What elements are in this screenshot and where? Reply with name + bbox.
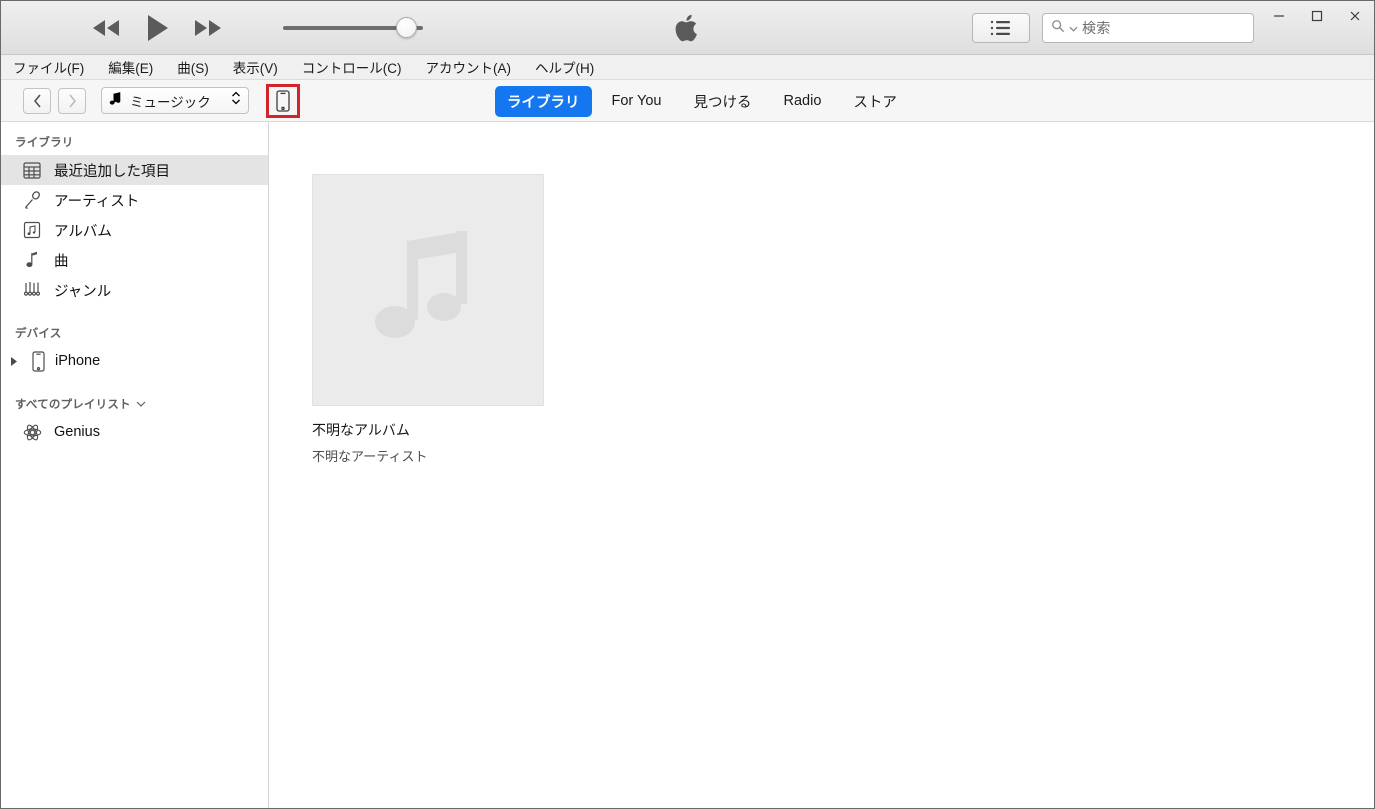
album-tile[interactable]: 不明なアルバム 不明なアーティスト	[312, 174, 544, 465]
volume-slider[interactable]	[283, 16, 423, 39]
media-type-picker[interactable]: ミュージック	[101, 87, 249, 114]
sidebar-item-genres[interactable]: ジャンル	[1, 275, 268, 305]
search-chevron-down-icon[interactable]	[1069, 19, 1078, 37]
grid-icon	[21, 159, 43, 181]
updown-chevron-icon[interactable]	[231, 90, 241, 111]
music-note-placeholder-icon	[374, 227, 482, 354]
tab-browse[interactable]: 見つける	[682, 86, 764, 117]
back-button[interactable]	[23, 87, 51, 114]
sidebar-header-library: ライブラリ	[15, 137, 74, 149]
search-input[interactable]: 検索	[1042, 13, 1254, 43]
music-note-icon	[21, 249, 43, 271]
sidebar-item-songs[interactable]: 曲	[1, 245, 268, 275]
forward-button[interactable]	[58, 87, 86, 114]
tab-radio[interactable]: Radio	[772, 88, 834, 114]
sidebar-item-label: アルバム	[54, 223, 112, 240]
tab-for-you[interactable]: For You	[600, 88, 674, 114]
navigation-bar: ミュージック ライブラリ For You 見つける Radio ストア	[1, 80, 1374, 122]
sidebar-item-genius[interactable]: Genius	[1, 417, 268, 447]
menu-edit[interactable]: 編集(E)	[108, 55, 163, 79]
close-button[interactable]	[1336, 1, 1374, 31]
content-area: 不明なアルバム 不明なアーティスト	[269, 122, 1374, 808]
chevron-down-icon[interactable]	[136, 398, 146, 410]
genius-atom-icon	[21, 421, 43, 443]
iphone-icon	[27, 350, 49, 372]
search-placeholder: 検索	[1082, 20, 1111, 36]
iphone-device-button[interactable]	[271, 89, 295, 113]
menu-help[interactable]: ヘルプ(H)	[535, 55, 604, 79]
sidebar-item-label: Genius	[54, 424, 100, 440]
rewind-button[interactable]	[87, 16, 125, 40]
menu-controls[interactable]: コントロール(C)	[302, 55, 412, 79]
album-icon	[21, 219, 43, 241]
sidebar-item-label: ジャンル	[54, 283, 112, 300]
media-type-label: ミュージック	[130, 94, 211, 110]
sidebar-item-artists[interactable]: アーティスト	[1, 185, 268, 215]
fast-forward-button[interactable]	[189, 16, 227, 40]
volume-knob[interactable]	[396, 16, 417, 38]
sidebar-header-playlists[interactable]: すべてのプレイリスト	[1, 390, 268, 417]
titlebar: 検索	[1, 1, 1374, 55]
device-button-highlight	[266, 83, 300, 118]
tab-library[interactable]: ライブラリ	[495, 85, 592, 117]
music-note-icon	[109, 91, 122, 111]
toolbar-right: 検索	[972, 1, 1254, 55]
menu-song[interactable]: 曲(S)	[177, 55, 219, 79]
main-body: ライブラリ 最近追加した項目 アーティスト アルバム 曲 ジャンル デバイス i…	[1, 122, 1374, 808]
sidebar-item-iphone[interactable]: iPhone	[1, 346, 268, 376]
album-title: 不明なアルバム	[312, 422, 410, 438]
search-icon	[1051, 19, 1065, 38]
library-tabs: ライブラリ For You 見つける Radio ストア	[495, 80, 909, 122]
sidebar-header-devices: デバイス	[15, 328, 62, 340]
window-controls	[1260, 1, 1374, 37]
sidebar: ライブラリ 最近追加した項目 アーティスト アルバム 曲 ジャンル デバイス i…	[1, 122, 269, 808]
nav-left-group: ミュージック	[1, 83, 300, 118]
menu-file[interactable]: ファイル(F)	[13, 55, 94, 79]
sidebar-item-recently-added[interactable]: 最近追加した項目	[1, 155, 268, 185]
album-artwork-placeholder[interactable]	[312, 174, 544, 406]
sidebar-item-label: iPhone	[55, 353, 101, 369]
album-artist: 不明なアーティスト	[312, 449, 428, 464]
menu-view[interactable]: 表示(V)	[233, 55, 288, 79]
menubar: ファイル(F) 編集(E) 曲(S) 表示(V) コントロール(C) アカウント…	[1, 55, 1374, 80]
sidebar-item-label: アーティスト	[54, 193, 140, 210]
maximize-button[interactable]	[1298, 1, 1336, 31]
genre-icon	[21, 279, 43, 301]
sidebar-item-label: 曲	[54, 253, 69, 270]
apple-logo-icon	[673, 11, 703, 45]
transport-controls	[1, 12, 423, 44]
minimize-button[interactable]	[1260, 1, 1298, 31]
sidebar-item-label: 最近追加した項目	[54, 163, 170, 180]
disclosure-triangle-icon[interactable]	[7, 356, 21, 366]
play-button[interactable]	[143, 12, 171, 44]
itunes-window: 検索 ファイル(F) 編集(E) 曲(S) 表示(V) コントロール(C) アカ…	[0, 0, 1375, 809]
menu-account[interactable]: アカウント(A)	[426, 55, 522, 79]
sidebar-header-playlists-label: すべてのプレイリスト	[15, 399, 131, 411]
microphone-icon	[21, 189, 43, 211]
up-next-button[interactable]	[972, 13, 1030, 43]
tab-store[interactable]: ストア	[841, 86, 909, 117]
sidebar-item-albums[interactable]: アルバム	[1, 215, 268, 245]
